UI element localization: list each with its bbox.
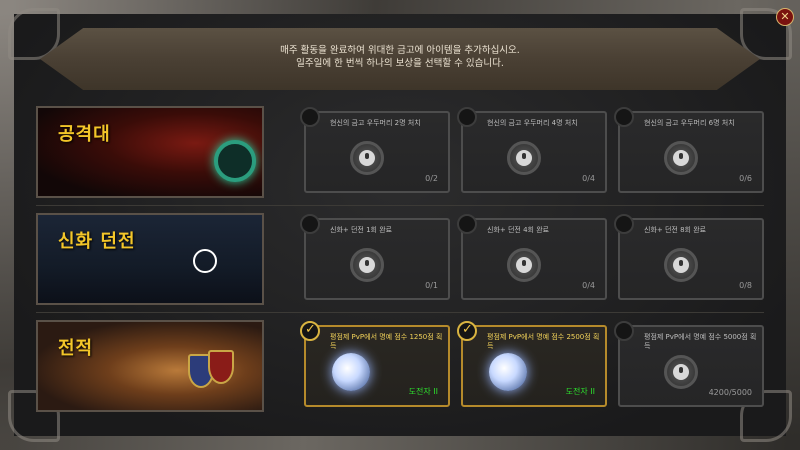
lock-icon — [664, 141, 698, 175]
header-instructions: 매주 활동을 완료하여 위대한 금고에 아이템을 추가하십시오. 일주일에 한 … — [40, 44, 760, 70]
close-button[interactable]: ✕ — [776, 8, 794, 26]
slot-progress: 0/4 — [582, 174, 595, 183]
checkbox-icon — [614, 107, 634, 127]
header-line-1: 매주 활동을 완료하여 위대한 금고에 아이템을 추가하십시오. — [280, 45, 520, 56]
pvp-slot-1[interactable]: ✓ 평점제 PvP에서 명예 점수 1250점 획득 도전자 II — [300, 321, 450, 407]
slot-progress: 0/8 — [739, 281, 752, 290]
mythic-dungeon-title: 신화 던전 — [58, 231, 136, 252]
checkbox-icon — [300, 107, 320, 127]
raid-title: 공격대 — [58, 124, 111, 145]
raid-slot-3[interactable]: 현신의 금고 우두머리 6명 처치 0/6 — [614, 107, 764, 193]
raid-slot-2[interactable]: 현신의 금고 우두머리 4명 처치 0/4 — [457, 107, 607, 193]
slot-label: 신화+ 던전 4회 완료 — [487, 226, 550, 234]
slot-progress: 0/4 — [582, 281, 595, 290]
header-line-2: 일주일에 한 번씩 하나의 보상을 선택할 수 있습니다. — [296, 58, 504, 69]
reward-orb-icon — [332, 353, 370, 391]
lock-icon — [350, 248, 384, 282]
checkbox-icon — [457, 107, 477, 127]
row-divider — [36, 205, 764, 206]
mythic-slot-2[interactable]: 신화+ 던전 4회 완료 0/4 — [457, 214, 607, 300]
portal-icon — [214, 140, 256, 182]
horde-shield-icon — [208, 350, 234, 384]
mythic-slot-1[interactable]: 신화+ 던전 1회 완료 0/1 — [300, 214, 450, 300]
checkbox-icon — [300, 214, 320, 234]
slot-progress: 0/1 — [425, 281, 438, 290]
row-divider — [36, 312, 764, 313]
checkbox-icon — [614, 214, 634, 234]
slot-progress: 4200/5000 — [708, 388, 752, 397]
checkmark-icon: ✓ — [457, 321, 477, 341]
close-icon: ✕ — [780, 10, 790, 23]
lock-icon — [664, 355, 698, 389]
slot-label: 평점제 PvP에서 명예 점수 2500점 획득 — [487, 333, 600, 350]
slot-label: 평점제 PvP에서 명예 점수 1250점 획득 — [330, 333, 443, 350]
lock-icon — [664, 248, 698, 282]
pvp-slot-3[interactable]: 평점제 PvP에서 명예 점수 5000점 획득 4200/5000 — [614, 321, 764, 407]
slot-progress: 0/6 — [739, 174, 752, 183]
pvp-row-panel: 전적 — [36, 320, 264, 412]
slot-label: 현신의 금고 우두머리 6명 처치 — [644, 119, 735, 127]
reward-tier: 도전자 II — [565, 387, 595, 396]
checkmark-icon: ✓ — [300, 321, 320, 341]
mythic-slot-3[interactable]: 신화+ 던전 8회 완료 0/8 — [614, 214, 764, 300]
pvp-title: 전적 — [58, 338, 94, 359]
raid-row-panel: 공격대 — [36, 106, 264, 198]
slot-label: 신화+ 던전 8회 완료 — [644, 226, 707, 234]
checkbox-icon — [614, 321, 634, 341]
slot-progress: 0/2 — [425, 174, 438, 183]
slot-label: 신화+ 던전 1회 완료 — [330, 226, 393, 234]
raid-slot-1[interactable]: 현신의 금고 우두머리 2명 처치 0/2 — [300, 107, 450, 193]
slot-label: 평점제 PvP에서 명예 점수 5000점 획득 — [644, 333, 757, 350]
pvp-slot-2[interactable]: ✓ 평점제 PvP에서 명예 점수 2500점 획득 도전자 II — [457, 321, 607, 407]
mythic-dungeon-row-panel: 신화 던전 — [36, 213, 264, 305]
lock-icon — [507, 248, 541, 282]
slot-label: 현신의 금고 우두머리 2명 처치 — [330, 119, 421, 127]
lock-icon — [507, 141, 541, 175]
reward-tier: 도전자 II — [408, 387, 438, 396]
checkbox-icon — [457, 214, 477, 234]
reward-orb-icon — [489, 353, 527, 391]
lock-icon — [350, 141, 384, 175]
slot-label: 현신의 금고 우두머리 4명 처치 — [487, 119, 578, 127]
cursor-indicator — [193, 249, 217, 273]
